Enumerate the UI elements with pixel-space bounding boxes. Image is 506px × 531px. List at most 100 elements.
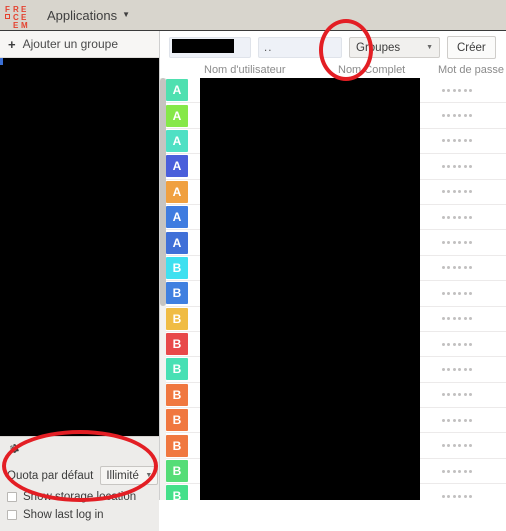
applications-menu[interactable]: Applications ▼: [47, 8, 130, 23]
default-quota-select[interactable]: Illimité ▼: [100, 466, 159, 485]
username-redaction: [200, 78, 420, 104]
table-row[interactable]: B: [160, 306, 506, 332]
create-user-button[interactable]: Créer: [447, 36, 496, 59]
new-username-input[interactable]: [169, 37, 251, 58]
table-row[interactable]: A: [160, 154, 506, 180]
username-redaction: [200, 230, 420, 256]
user-table[interactable]: AAAAAAABBBBBBBBBB: [160, 78, 506, 500]
table-row[interactable]: B: [160, 484, 506, 500]
password-dot: [447, 444, 451, 448]
groups-sidebar: + Ajouter un groupe Quota par défaut Ill…: [0, 31, 160, 531]
table-row[interactable]: B: [160, 433, 506, 459]
new-user-toolbar: .. Groupes ▼ Créer: [160, 31, 506, 64]
application-topbar: F R E C E E M Applications ▼: [0, 0, 506, 31]
table-row[interactable]: A: [160, 204, 506, 231]
table-row[interactable]: A: [160, 78, 506, 104]
groups-select[interactable]: Groupes ▼: [349, 37, 440, 58]
password-dot: [442, 114, 445, 118]
password-masked-value[interactable]: [442, 469, 472, 473]
password-dot: [468, 342, 472, 346]
password-masked-value[interactable]: [442, 241, 472, 245]
password-masked-value[interactable]: [442, 164, 472, 168]
table-row[interactable]: B: [160, 357, 506, 383]
avatar: B: [166, 282, 188, 305]
password-dot: [447, 241, 451, 245]
password-masked-value[interactable]: [442, 317, 472, 321]
username-redaction: [200, 433, 420, 459]
password-masked-value[interactable]: [442, 190, 472, 194]
username-redaction: [200, 408, 420, 434]
avatar: B: [166, 256, 188, 279]
password-masked-value[interactable]: [442, 393, 472, 397]
show-last-login-label: Show last log in: [23, 509, 104, 521]
avatar: A: [166, 180, 188, 203]
frecem-logo-icon: F R E C E E M: [5, 5, 28, 30]
show-storage-location-checkbox-row[interactable]: Show storage location: [0, 491, 159, 503]
show-storage-location-checkbox[interactable]: [7, 492, 17, 502]
password-dot: [452, 88, 456, 92]
password-masked-value[interactable]: [442, 139, 472, 143]
table-row[interactable]: A: [160, 230, 506, 256]
password-dot: [468, 444, 472, 448]
password-dot: [452, 241, 456, 245]
password-dot: [458, 418, 462, 422]
table-column-headers: Nom d'utilisateur Nom Complet Mot de pas…: [160, 64, 506, 78]
password-masked-value[interactable]: [442, 291, 472, 295]
password-masked-value[interactable]: [442, 367, 472, 371]
add-group-button[interactable]: + Ajouter un groupe: [0, 31, 159, 58]
password-dot: [458, 164, 462, 168]
password-dot: [458, 88, 462, 92]
password-masked-value[interactable]: [442, 342, 472, 346]
password-dot: [458, 291, 462, 295]
password-masked-value[interactable]: [442, 418, 472, 422]
password-masked-value[interactable]: [442, 114, 472, 118]
password-dot: [447, 291, 451, 295]
password-dot: [458, 444, 462, 448]
table-row[interactable]: A: [160, 128, 506, 155]
username-redaction: [200, 281, 420, 307]
avatar: A: [166, 155, 188, 178]
avatar: B: [166, 485, 188, 500]
table-row[interactable]: B: [160, 382, 506, 409]
password-masked-value[interactable]: [442, 88, 472, 92]
show-last-login-checkbox-row[interactable]: Show last log in: [0, 509, 159, 521]
password-dot: [452, 114, 456, 118]
table-row[interactable]: B: [160, 408, 506, 434]
password-dot: [458, 342, 462, 346]
password-dot: [468, 418, 472, 422]
show-last-login-checkbox[interactable]: [7, 510, 17, 520]
table-row[interactable]: B: [160, 255, 506, 282]
password-dot: [447, 164, 451, 168]
password-dot: [458, 367, 462, 371]
group-list-redacted[interactable]: [0, 58, 159, 436]
username-redaction: [200, 128, 420, 155]
password-dot: [468, 190, 472, 194]
password-masked-value[interactable]: [442, 494, 472, 498]
new-fullname-input[interactable]: ..: [258, 37, 342, 58]
password-masked-value[interactable]: [442, 215, 472, 219]
password-masked-value[interactable]: [442, 444, 472, 448]
table-row[interactable]: A: [160, 179, 506, 205]
password-dot: [442, 494, 445, 498]
sidebar-scrollbar[interactable]: [160, 78, 166, 500]
new-fullname-value: ..: [264, 41, 273, 54]
table-row[interactable]: B: [160, 458, 506, 485]
avatar: A: [166, 231, 188, 254]
password-dot: [442, 418, 445, 422]
table-row[interactable]: A: [160, 103, 506, 129]
settings-gear-button[interactable]: [0, 437, 159, 459]
password-dot: [468, 317, 472, 321]
table-row[interactable]: B: [160, 331, 506, 358]
chevron-down-icon: ▼: [122, 10, 131, 19]
username-redaction: [200, 154, 420, 180]
password-dot: [442, 444, 445, 448]
avatar: B: [166, 460, 188, 483]
password-masked-value[interactable]: [442, 266, 472, 270]
sidebar-scrollbar-thumb[interactable]: [160, 78, 166, 306]
password-dot: [458, 266, 462, 270]
password-dot: [452, 494, 456, 498]
password-dot: [468, 139, 472, 143]
table-row[interactable]: B: [160, 281, 506, 307]
password-dot: [442, 215, 445, 219]
username-redaction: [200, 357, 420, 383]
